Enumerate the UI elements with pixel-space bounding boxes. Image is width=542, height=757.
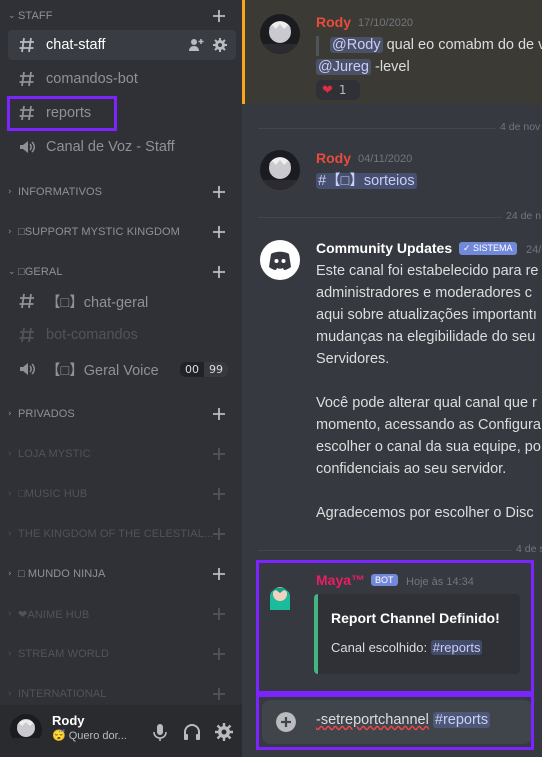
- category-music-hub[interactable]: › □MUSIC HUB: [8, 484, 236, 504]
- chevron-right-icon: ›: [8, 449, 12, 459]
- channel-sidebar: ⌄ STAFF chat-staff comandos-bot reports …: [0, 0, 242, 757]
- category-informativos[interactable]: › INFORMATIVOS: [8, 182, 236, 202]
- category-privados[interactable]: › PRIVADOS: [8, 404, 236, 424]
- add-channel-icon[interactable]: [210, 485, 228, 503]
- category-label: STAFF: [18, 10, 53, 22]
- category-geral[interactable]: ⌄ □GERAL: [8, 262, 236, 282]
- add-channel-icon[interactable]: [210, 223, 228, 241]
- date-divider: 4 de s: [258, 543, 542, 555]
- channel-comandos-bot[interactable]: comandos-bot: [8, 64, 236, 94]
- add-channel-icon[interactable]: [210, 263, 228, 281]
- system-badge: ✓ SISTEMA: [459, 242, 517, 255]
- microphone-icon[interactable]: [150, 722, 170, 742]
- chevron-right-icon: ›: [8, 187, 12, 197]
- message-author[interactable]: Rody: [316, 14, 351, 30]
- voice-user-count: 00 99: [180, 361, 228, 377]
- text-channel-icon: [8, 70, 46, 88]
- message-content: @Jureg -level: [316, 59, 410, 75]
- message-timestamp: 24/: [526, 244, 542, 256]
- message-timestamp: 17/10/2020: [358, 17, 414, 29]
- gear-icon[interactable]: [214, 722, 234, 742]
- add-channel-icon[interactable]: [210, 525, 228, 543]
- chevron-down-icon: ⌄: [8, 267, 16, 277]
- reaction[interactable]: ❤ 1: [316, 80, 360, 100]
- user-mention[interactable]: @Rody: [330, 37, 383, 53]
- avatar[interactable]: [260, 14, 300, 54]
- category-stream-world[interactable]: › STREAM WORLD: [8, 644, 236, 664]
- add-channel-icon[interactable]: [210, 565, 228, 583]
- highlight-box: [256, 560, 534, 694]
- speaker-icon: [8, 138, 46, 156]
- category-anime-hub[interactable]: › ❤ANIME HUB: [8, 604, 236, 624]
- chevron-right-icon: ›: [8, 227, 12, 237]
- date-divider: 4 de nov: [258, 121, 542, 133]
- category-loja-mystic[interactable]: › LOJA MYSTIC: [8, 444, 236, 464]
- chevron-right-icon: ›: [8, 489, 12, 499]
- category-staff[interactable]: ⌄ STAFF: [8, 6, 236, 26]
- highlight-box: [7, 96, 117, 131]
- user-mention[interactable]: @Jureg: [316, 59, 371, 75]
- gear-icon[interactable]: [212, 37, 228, 53]
- message-timestamp: 04/11/2020: [358, 153, 413, 165]
- invite-icon[interactable]: [188, 37, 204, 53]
- discord-logo[interactable]: [260, 240, 300, 280]
- add-channel-icon[interactable]: [210, 605, 228, 623]
- channel-voice-staff[interactable]: Canal de Voz - Staff: [8, 132, 236, 162]
- chevron-right-icon: ›: [8, 649, 12, 659]
- speaker-icon: [8, 360, 46, 378]
- headphones-icon[interactable]: [182, 722, 202, 742]
- category-mundo-ninja[interactable]: › □ MUNDO NINJA: [8, 564, 236, 584]
- message-content: #【□】sorteios: [316, 170, 417, 193]
- channel-chat-staff[interactable]: chat-staff: [8, 30, 236, 60]
- add-channel-icon[interactable]: [210, 645, 228, 663]
- add-channel-icon[interactable]: [210, 445, 228, 463]
- chevron-right-icon: ›: [8, 689, 12, 699]
- category-support[interactable]: › □SUPPORT MYSTIC KINGDOM: [8, 222, 236, 242]
- chevron-right-icon: ›: [8, 529, 12, 539]
- user-panel: Rody 😴 Quero dor...: [0, 705, 242, 757]
- heart-icon: ❤: [322, 82, 333, 98]
- channel-bot-comandos[interactable]: bot-comandos: [8, 320, 236, 350]
- text-channel-icon: [8, 326, 46, 344]
- channel-link[interactable]: #【□】sorteios: [316, 173, 417, 189]
- add-channel-icon[interactable]: [210, 183, 228, 201]
- chat-area: Rody 17/10/2020 @Rody qual eo comabm do …: [242, 0, 542, 757]
- message-author[interactable]: Community Updates: [316, 240, 452, 256]
- chevron-right-icon: ›: [8, 409, 12, 419]
- chevron-right-icon: ›: [8, 609, 12, 619]
- chevron-right-icon: ›: [8, 569, 12, 579]
- chevron-down-icon: ⌄: [8, 11, 16, 21]
- category-celestial[interactable]: › THE KINGDOM OF THE CELESTIAL...: [8, 524, 236, 544]
- avatar[interactable]: [260, 150, 300, 190]
- channel-geral-voice[interactable]: 【□】Geral Voice 00 99: [8, 354, 236, 384]
- category-international[interactable]: › INTERNATIONAL: [8, 684, 236, 704]
- reply-text: @Rody qual eo comabm do de v: [330, 37, 542, 53]
- add-channel-icon[interactable]: [210, 405, 228, 423]
- date-divider: 24 de n: [258, 210, 542, 222]
- text-channel-icon: [8, 36, 46, 54]
- add-channel-icon[interactable]: [210, 7, 228, 25]
- highlight-box: [256, 694, 534, 750]
- text-channel-icon: [8, 292, 46, 310]
- avatar[interactable]: [10, 714, 42, 746]
- reply-bar: [316, 36, 319, 56]
- message-author[interactable]: Rody: [316, 150, 351, 166]
- user-status: 😴 Quero dor...: [52, 730, 127, 742]
- add-channel-icon[interactable]: [210, 685, 228, 703]
- channel-chat-geral[interactable]: 【□】chat-geral: [8, 286, 236, 316]
- username: Rody: [52, 713, 85, 728]
